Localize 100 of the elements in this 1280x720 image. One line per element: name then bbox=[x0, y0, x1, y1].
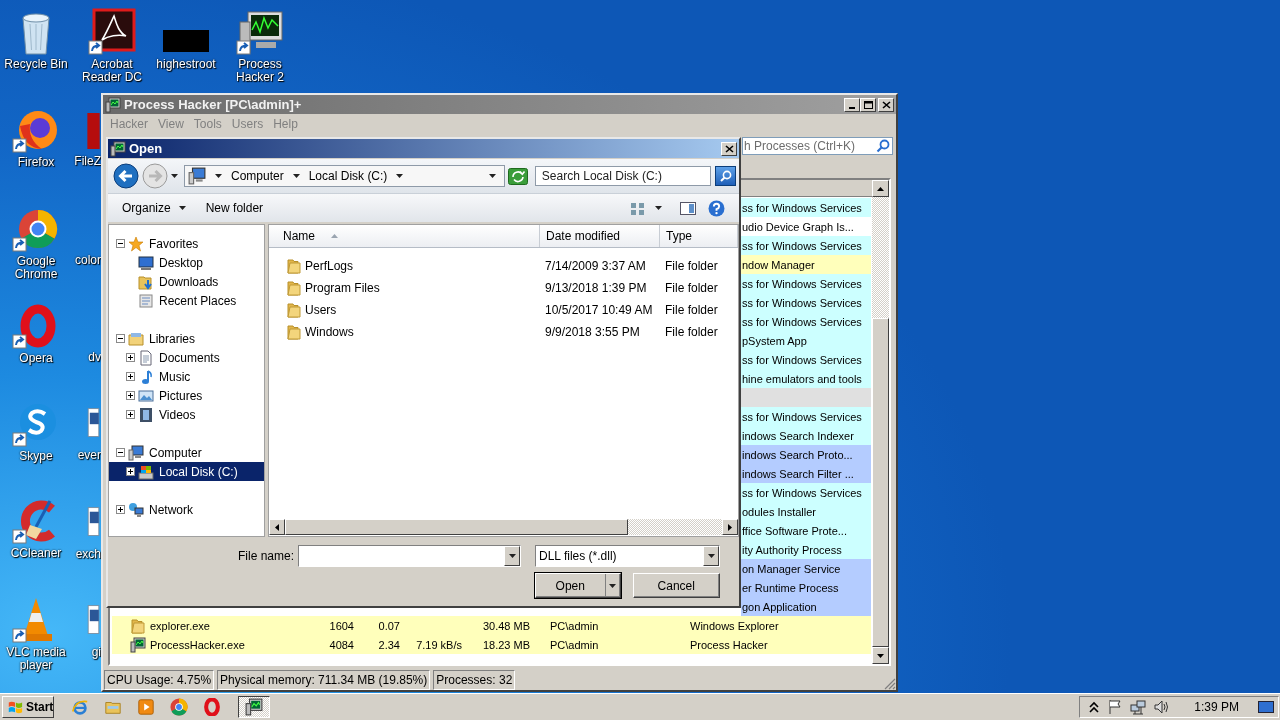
process-row[interactable]: ity Authority Process bbox=[741, 540, 871, 559]
process-row[interactable]: ss for Windows Services bbox=[741, 293, 871, 312]
address-bar[interactable]: Computer Local Disk (C:) bbox=[184, 165, 505, 187]
process-row[interactable]: indows Search Filter ... bbox=[741, 464, 871, 483]
refresh-icon[interactable] bbox=[507, 167, 528, 185]
column-header[interactable]: Date modified bbox=[540, 225, 660, 247]
expand-icon[interactable] bbox=[126, 391, 135, 400]
collapse-icon[interactable] bbox=[116, 448, 125, 457]
search-field[interactable]: h Processes (Ctrl+K) bbox=[742, 137, 893, 155]
minimize-button[interactable] bbox=[844, 97, 860, 112]
speaker-icon[interactable] bbox=[1153, 699, 1170, 715]
scroll-thumb[interactable] bbox=[872, 318, 889, 647]
collapse-icon[interactable] bbox=[116, 239, 125, 248]
process-row[interactable]: on Manager Service bbox=[741, 559, 871, 578]
maximize-button[interactable] bbox=[860, 97, 876, 112]
file-name-field[interactable] bbox=[298, 545, 521, 567]
play-icon[interactable] bbox=[137, 698, 155, 716]
process-row[interactable]: ss for Windows Services bbox=[741, 350, 871, 369]
tree-item[interactable]: Documents bbox=[109, 348, 264, 367]
shortcut-label[interactable]: Process Hacker 2 bbox=[223, 58, 297, 84]
expand-icon[interactable] bbox=[126, 410, 135, 419]
shortcut-label[interactable]: FileZ bbox=[74, 155, 101, 168]
scroll-thumb[interactable] bbox=[285, 519, 628, 535]
file-name[interactable]: Users bbox=[305, 303, 337, 317]
tree-item[interactable]: Favorites bbox=[109, 234, 264, 253]
process-row[interactable]: er Runtime Process bbox=[741, 578, 871, 597]
breadcrumb-item[interactable]: Computer bbox=[231, 169, 284, 183]
flag-icon[interactable] bbox=[1107, 699, 1124, 715]
search-icon[interactable] bbox=[876, 139, 890, 153]
view-grid-icon[interactable] bbox=[630, 200, 645, 216]
split-button[interactable]: Open bbox=[535, 573, 621, 598]
shortcut-label[interactable]: Firefox bbox=[17, 156, 55, 169]
file-type-dropdown[interactable]: DLL files (*.dll) bbox=[535, 545, 720, 567]
chevron-up-icon[interactable] bbox=[1088, 700, 1101, 714]
expand-icon[interactable] bbox=[126, 353, 135, 362]
tree-item[interactable]: Recent Places bbox=[109, 291, 264, 310]
scroll-left-icon[interactable] bbox=[275, 523, 279, 531]
process-row[interactable]: ndow Manager bbox=[741, 255, 871, 274]
file-name[interactable]: Windows bbox=[305, 325, 354, 339]
column-header[interactable]: Type bbox=[660, 225, 738, 247]
scroll-right-icon[interactable] bbox=[728, 523, 732, 531]
process-row[interactable]: ProcessHacker.exe 4084 2.34 7.19 kB/s 18.23 MB PC\admin Process Hacker bbox=[112, 635, 871, 654]
caret-icon[interactable] bbox=[655, 206, 662, 210]
tree-item[interactable]: Local Disk (C:) bbox=[109, 462, 264, 481]
column-header[interactable]: Name bbox=[269, 225, 540, 247]
collapse-icon[interactable] bbox=[116, 334, 125, 343]
show-desktop-icon[interactable] bbox=[1258, 700, 1274, 714]
network-icon[interactable] bbox=[1130, 699, 1147, 715]
expand-icon[interactable] bbox=[116, 505, 125, 514]
scroll-up-icon[interactable] bbox=[877, 186, 884, 191]
process-row[interactable]: pSystem App bbox=[741, 331, 871, 350]
tree-item[interactable]: Computer bbox=[109, 443, 264, 462]
file-name[interactable]: Program Files bbox=[305, 281, 380, 295]
tree-item[interactable]: Pictures bbox=[109, 386, 264, 405]
process-row[interactable]: ss for Windows Services bbox=[741, 312, 871, 331]
browser-icon[interactable] bbox=[71, 698, 89, 716]
tree-item[interactable]: Videos bbox=[109, 405, 264, 424]
expand-icon[interactable] bbox=[126, 372, 135, 381]
help-icon[interactable] bbox=[708, 199, 725, 217]
process-row[interactable]: hine emulators and tools bbox=[741, 369, 871, 388]
shortcut-label[interactable]: Acrobat Reader DC bbox=[75, 58, 149, 84]
preview-pane-icon[interactable] bbox=[680, 200, 696, 216]
close-button[interactable] bbox=[721, 141, 737, 156]
start-button[interactable]: Start bbox=[2, 696, 54, 718]
shortcut-label[interactable]: dv bbox=[88, 351, 101, 364]
tree-item[interactable]: Downloads bbox=[109, 272, 264, 291]
process-row[interactable]: ss for Windows Services bbox=[741, 274, 871, 293]
process-row[interactable]: indows Search Proto... bbox=[741, 445, 871, 464]
file-name[interactable]: PerfLogs bbox=[305, 259, 354, 273]
dropdown-button[interactable] bbox=[703, 546, 719, 566]
opera-icon[interactable] bbox=[203, 698, 221, 716]
shortcut-label[interactable]: Opera bbox=[19, 352, 53, 365]
shortcut-label[interactable]: highestroot bbox=[156, 58, 216, 71]
process-row[interactable]: indows Search Indexer bbox=[741, 426, 871, 445]
process-row[interactable]: ss for Windows Services bbox=[741, 198, 871, 217]
toolbar-button[interactable]: Organize bbox=[116, 201, 192, 215]
shortcut-label[interactable]: Google Chrome bbox=[0, 255, 73, 281]
tree-item[interactable]: Desktop bbox=[109, 253, 264, 272]
expand-icon[interactable] bbox=[126, 467, 135, 476]
taskbar-button[interactable] bbox=[238, 696, 270, 718]
tree-item[interactable]: Network bbox=[109, 500, 264, 519]
dialog-button[interactable]: Cancel bbox=[632, 573, 720, 598]
process-row[interactable]: ss for Windows Services bbox=[741, 236, 871, 255]
search-button[interactable] bbox=[715, 166, 736, 186]
toolbar-button[interactable]: New folder bbox=[199, 201, 270, 215]
process-row[interactable]: odules Installer bbox=[741, 502, 871, 521]
search-field[interactable]: Search Local Disk (C:) bbox=[534, 166, 712, 186]
process-monitor-icon[interactable] bbox=[236, 8, 284, 56]
tree-item[interactable]: Libraries bbox=[109, 329, 264, 348]
resize-grip-icon[interactable] bbox=[884, 678, 896, 690]
tree-item[interactable]: Music bbox=[109, 367, 264, 386]
shortcut-label[interactable]: color bbox=[75, 254, 101, 267]
breadcrumb-item[interactable]: Local Disk (C:) bbox=[308, 169, 388, 183]
process-row[interactable]: explorer.exe 1604 0.07 30.48 MB PC\admin Windows Explorer bbox=[112, 616, 871, 635]
process-row[interactable]: gon Application bbox=[741, 597, 871, 616]
chrome-icon[interactable] bbox=[170, 698, 188, 716]
shortcut-label[interactable]: Recycle Bin bbox=[4, 58, 68, 71]
process-row[interactable]: ss for Windows Services bbox=[741, 483, 871, 502]
dropdown-button[interactable] bbox=[504, 546, 520, 566]
scroll-down-icon[interactable] bbox=[877, 653, 884, 658]
